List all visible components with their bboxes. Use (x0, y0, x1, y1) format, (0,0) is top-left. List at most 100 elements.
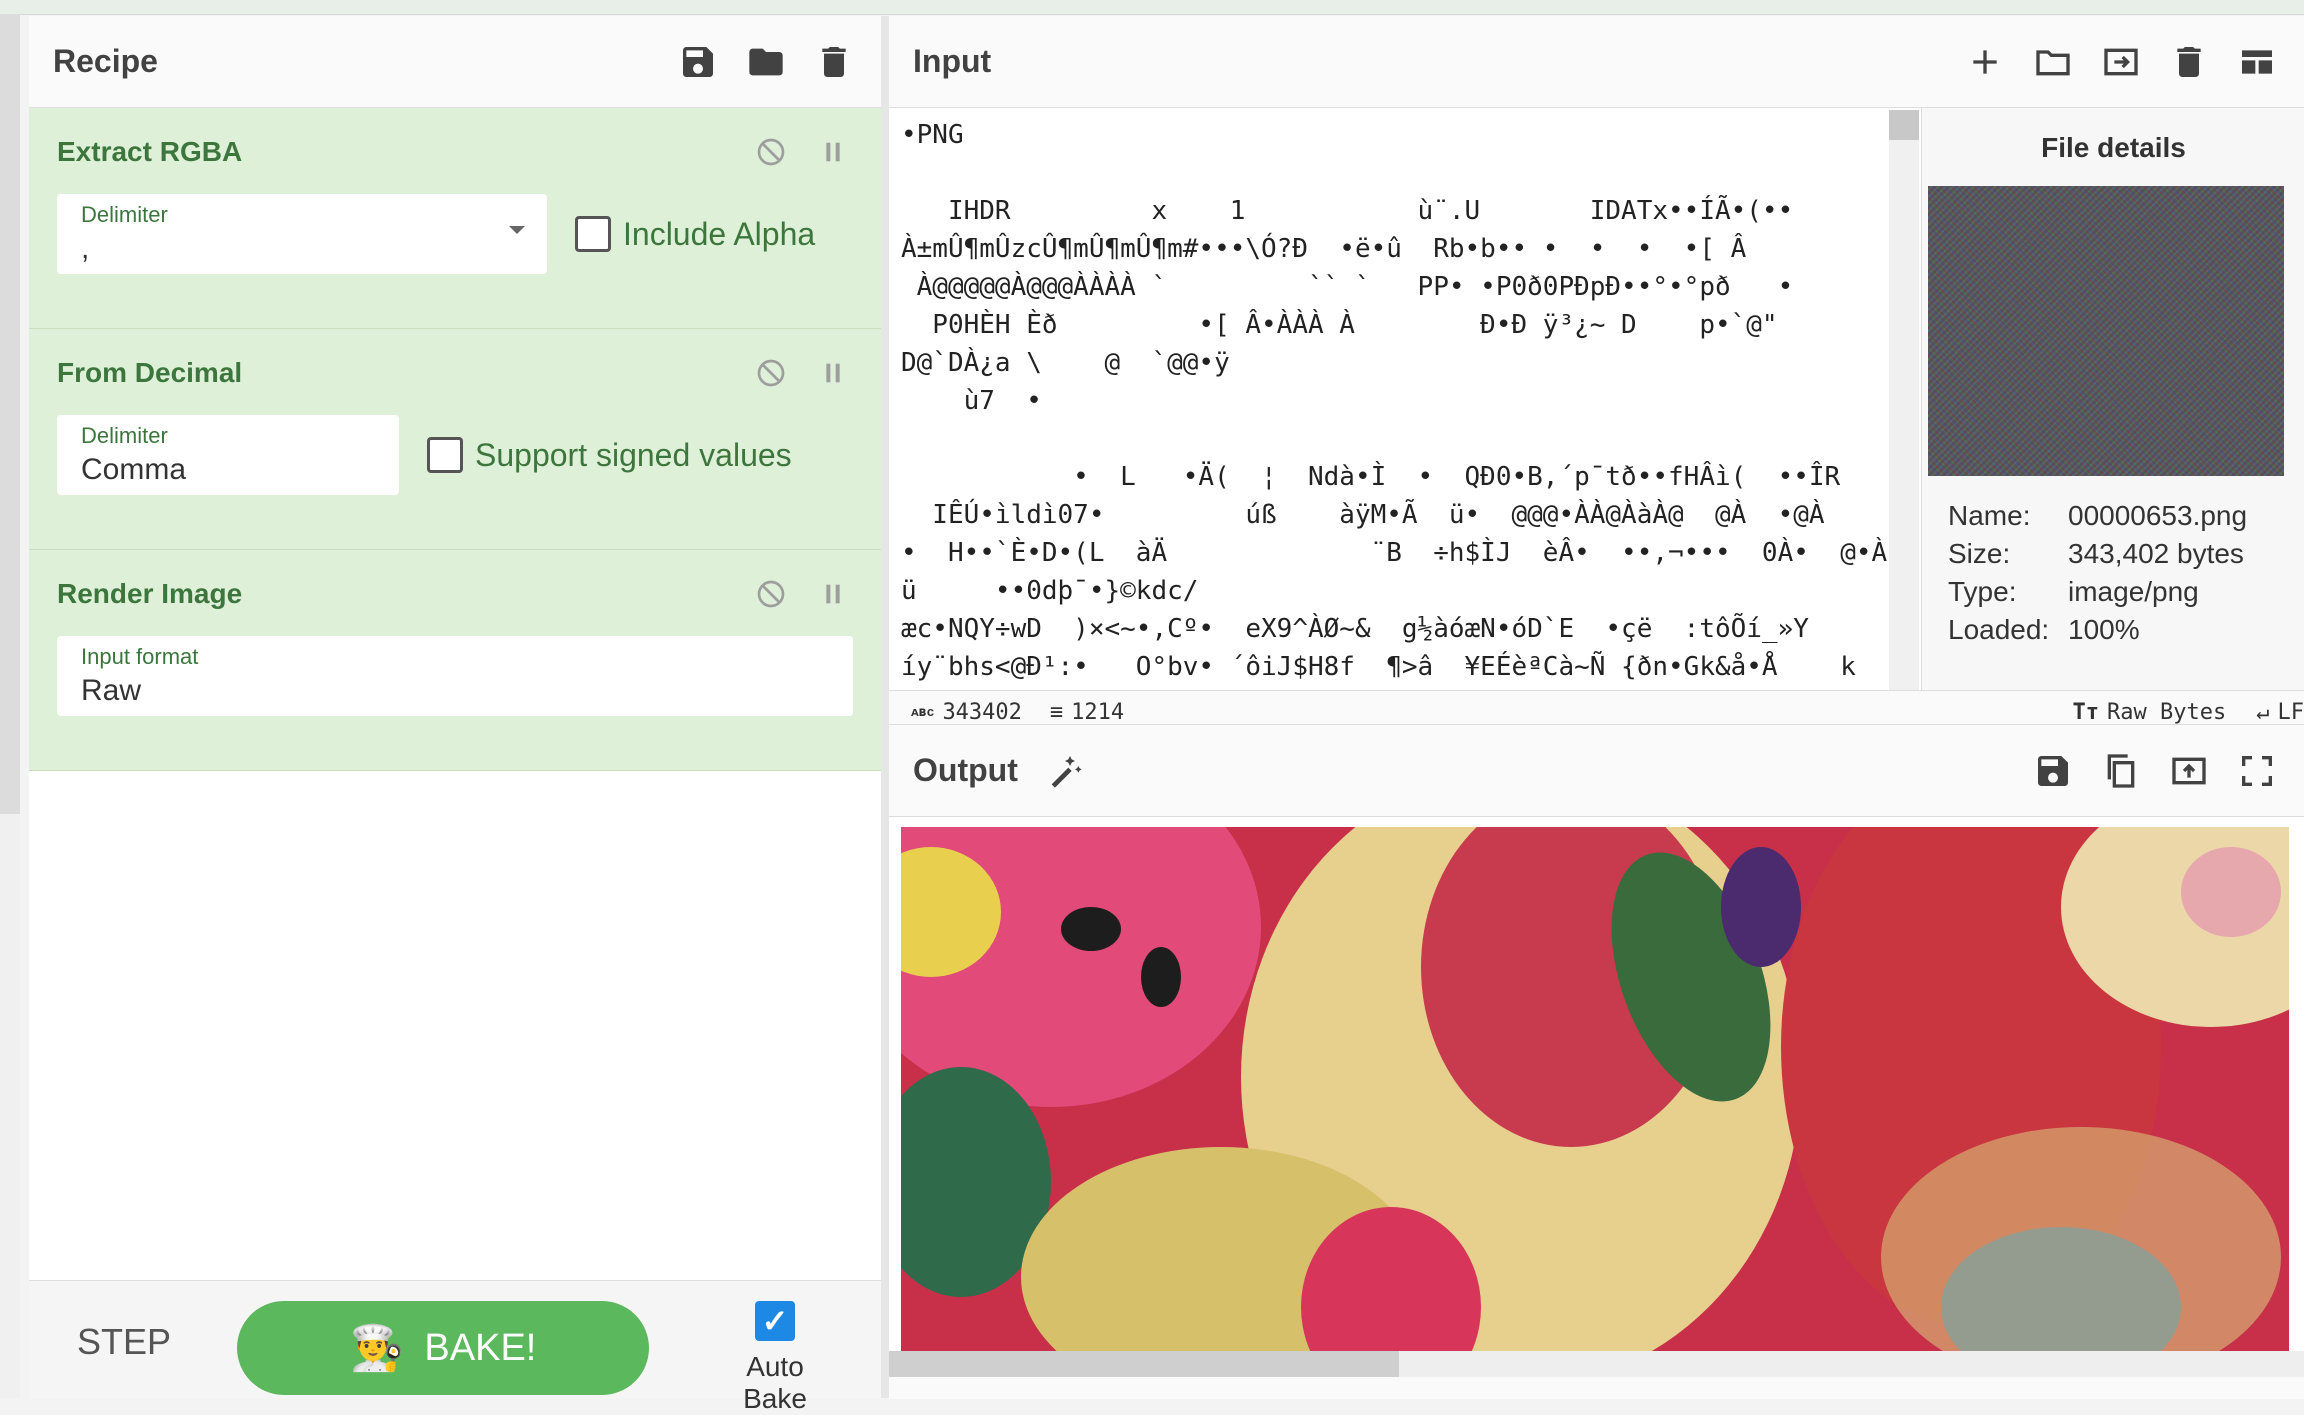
size-label: Size: (1948, 538, 2068, 570)
checkbox-box[interactable] (575, 216, 611, 252)
abc-icon: ᴀʙᴄ (911, 705, 934, 720)
output-title: Output (913, 752, 1018, 789)
loaded-label: Loaded: (1948, 614, 2068, 646)
encoding-value: Raw Bytes (2107, 700, 2226, 725)
checkbox-checked-icon[interactable]: ✓ (755, 1301, 795, 1341)
input-text-area[interactable]: •PNG IHDR x 1 ù¨.U IDATx••ÍÃ•(•• À±mÛ¶mÛ… (901, 116, 1967, 690)
raw-byte-line: D@`DÀ¿a \ @ `@@•ÿ (901, 344, 1967, 382)
maximize-icon[interactable] (2234, 748, 2280, 794)
image-region (1141, 947, 1181, 1007)
add-input-tab-icon[interactable] (1962, 39, 2008, 85)
field-label: Delimiter (81, 423, 375, 449)
input-scrollbar[interactable] (1889, 110, 1919, 690)
lines-icon: ≡ (1050, 700, 1063, 725)
type-label: Type: (1948, 576, 2068, 608)
image-region (1721, 847, 1801, 967)
replace-input-icon[interactable] (2166, 748, 2212, 794)
input-title: Input (913, 43, 1962, 80)
raw-byte-line: À±mÛ¶mÛzcÛ¶mÛ¶mÛ¶m#•••\Ó?Ð •ë•û Rb•b•• •… (901, 230, 1967, 268)
recipe-title: Recipe (53, 43, 675, 80)
save-recipe-icon[interactable] (675, 39, 721, 85)
lines-value: 1214 (1071, 700, 1124, 725)
include-alpha-checkbox[interactable]: Include Alpha (575, 216, 815, 253)
auto-bake-label: Auto Bake (711, 1351, 839, 1415)
checkbox-label: Include Alpha (623, 216, 815, 253)
raw-byte-line: íy¨bhs<@Ð¹:• O°bv• ´ôiJ$H8f ¶>â ¥EÉèªCà~… (901, 648, 1967, 686)
bake-button[interactable]: 👨‍🍳 BAKE! (237, 1301, 649, 1395)
open-folder-icon[interactable] (2030, 39, 2076, 85)
clear-input-trash-icon[interactable] (2166, 39, 2212, 85)
output-pane: Output (889, 724, 2304, 1399)
file-type: image/png (2068, 576, 2304, 608)
output-status-bar (889, 1377, 2304, 1399)
clear-recipe-trash-icon[interactable] (811, 39, 857, 85)
rendered-output-image (901, 827, 2289, 1351)
field-label: Delimiter (81, 202, 523, 228)
operation-extract-rgba: Extract RGBA Delimiter , Include Alpha (29, 108, 881, 329)
raw-byte-line: P0HÈH Èð •[ Â•ÀÀÀ À Ð•Ð ÿ³¿~ D p•`@" (901, 306, 1967, 344)
bake-label: BAKE! (424, 1327, 536, 1370)
raw-byte-line: ü ••0dþ¯•}©kdc/ (901, 572, 1967, 610)
bake-bar: STEP 👨‍🍳 BAKE! ✓ Auto Bake (29, 1280, 881, 1399)
lines-stat: ≡ 1214 (1050, 700, 1124, 725)
open-file-icon[interactable] (2098, 39, 2144, 85)
disable-operation-icon[interactable] (753, 355, 789, 391)
image-region (1061, 907, 1121, 951)
left-scroll-edge (0, 14, 20, 814)
magic-wand-icon[interactable] (1042, 748, 1088, 794)
raw-byte-line: • H••`È•D•(L àÄ ¨B ÷h$ÌJ èÂ• ••,¬••• 0À•… (901, 534, 1967, 572)
step-button[interactable]: STEP (77, 1321, 171, 1363)
operation-render-image: Render Image Input format Raw (29, 550, 881, 771)
save-output-icon[interactable] (2030, 748, 2076, 794)
raw-byte-line: IHDR x 1 ù¨.U IDATx••ÍÃ•(•• (901, 192, 1967, 230)
output-horizontal-scrollbar[interactable] (889, 1351, 2304, 1377)
file-details-panel: File details Name: 00000653.png Size: 34… (1921, 108, 2304, 690)
top-strip (0, 0, 2304, 15)
pause-breakpoint-icon[interactable] (815, 134, 851, 170)
field-value: , (81, 232, 523, 266)
image-region (2181, 847, 2281, 937)
raw-byte-line: À@@@@@À@@@ÀÀÀÀ ` `` ` PP• •P0ð0PÐpÐ••°•°… (901, 268, 1967, 306)
recipe-pane: Recipe Extract RGBA Delimiter , (29, 16, 881, 1398)
checkbox-label: Support signed values (475, 437, 792, 474)
raw-byte-line: æc•NQY÷wD )×<~•,Cº• eX9^ÀØ~& g½àóæN•óD`E… (901, 610, 1967, 648)
raw-byte-line (901, 154, 1967, 192)
support-signed-values-checkbox[interactable]: Support signed values (427, 437, 792, 474)
scrollbar-thumb[interactable] (1889, 110, 1919, 140)
raw-byte-line (901, 420, 1967, 458)
input-format-select[interactable]: Input format Raw (57, 636, 853, 716)
raw-byte-line: • L •Ä( ¦ Ndà•Ì • QÐ0•B,´p¯tð••fHÂì( ••Î… (901, 458, 1967, 496)
field-value: Comma (81, 453, 375, 487)
encoding-selector[interactable]: Tт Raw Bytes (2073, 700, 2227, 725)
load-recipe-folder-icon[interactable] (743, 39, 789, 85)
text-format-icon: Tт (2073, 700, 2100, 725)
reset-layout-icon[interactable] (2234, 39, 2280, 85)
pause-breakpoint-icon[interactable] (815, 355, 851, 391)
output-header: Output (889, 725, 2304, 817)
file-size: 343,402 bytes (2068, 538, 2304, 570)
scrollbar-thumb[interactable] (889, 1351, 1399, 1377)
pause-breakpoint-icon[interactable] (815, 576, 851, 612)
disable-operation-icon[interactable] (753, 576, 789, 612)
eol-value: LF (2278, 700, 2304, 725)
input-pane: Input •PNG IHDR x 1 ù¨.U IDATx••ÍÃ•(•• À… (889, 16, 2304, 716)
checkbox-box[interactable] (427, 437, 463, 473)
raw-byte-line: IÊÚ•ìldì07• úß àÿM•Ã ü• @@@•ÀÀ@ÀàÀ@ @À •… (901, 496, 1967, 534)
copy-output-icon[interactable] (2098, 748, 2144, 794)
eol-selector[interactable]: ↵ LF (2256, 700, 2304, 725)
loaded-percent: 100% (2068, 614, 2304, 646)
operation-from-decimal: From Decimal Delimiter Comma Support sig… (29, 329, 881, 550)
delimiter-select[interactable]: Delimiter , (57, 194, 547, 274)
file-name: 00000653.png (2068, 500, 2304, 532)
raw-byte-line: •PNG (901, 116, 1967, 154)
file-thumbnail (1928, 186, 2284, 476)
chef-icon: 👨‍🍳 (350, 1322, 405, 1374)
operation-title: From Decimal (57, 357, 853, 389)
pane-resize-divider[interactable] (881, 16, 889, 1398)
delimiter-select[interactable]: Delimiter Comma (57, 415, 399, 495)
field-value: Raw (81, 674, 829, 708)
length-value: 343402 (942, 700, 1021, 725)
field-label: Input format (81, 644, 829, 670)
disable-operation-icon[interactable] (753, 134, 789, 170)
name-label: Name: (1948, 500, 2068, 532)
